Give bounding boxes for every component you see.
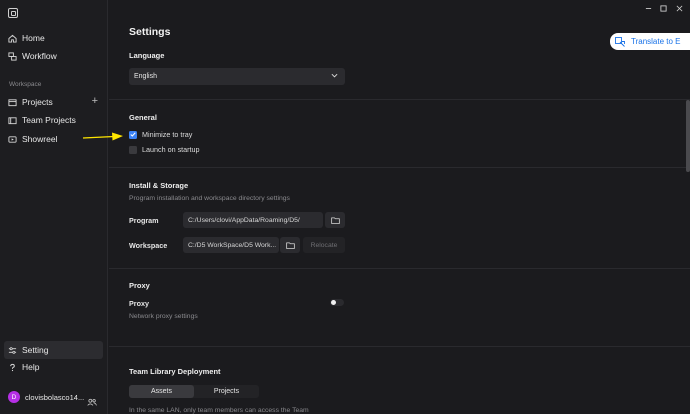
program-label: Program xyxy=(129,216,159,225)
workspace-section-label: Workspace xyxy=(9,81,42,88)
team-members-icon[interactable] xyxy=(87,393,97,411)
sidebar-item-team-projects[interactable]: Team Projects xyxy=(4,111,103,129)
folder-icon xyxy=(330,211,340,229)
workspace-browse-button[interactable] xyxy=(280,237,300,253)
page-title: Settings xyxy=(129,26,171,38)
user-account[interactable]: D clovisbolasco14... xyxy=(8,391,84,403)
arrow-annotation-icon xyxy=(82,130,124,148)
settings-panel: Settings Language English General Minimi… xyxy=(109,0,690,414)
language-section-title: Language xyxy=(129,51,165,60)
translate-icon xyxy=(615,36,625,47)
team-library-description: In the same LAN, only team members can a… xyxy=(129,407,309,414)
translate-button[interactable]: Translate to E xyxy=(610,33,690,50)
help-icon xyxy=(8,363,17,372)
team-projects-icon xyxy=(8,116,17,125)
launch-on-startup-checkbox[interactable] xyxy=(129,145,137,154)
sidebar-item-label: Help xyxy=(22,362,40,372)
section-divider xyxy=(109,99,690,100)
minimize-to-tray-label: Minimize to tray xyxy=(142,130,193,139)
team-library-tabs: Assets Projects xyxy=(129,385,259,398)
app-logo-icon xyxy=(8,8,18,18)
sidebar-item-help[interactable]: Help xyxy=(4,358,103,376)
user-name: clovisbolasco14... xyxy=(25,392,85,402)
program-path-value: C:/Users/clovi/AppData/Roaming/D5/ xyxy=(188,216,300,224)
proxy-label: Proxy xyxy=(129,299,149,308)
install-storage-section-title: Install & Storage xyxy=(129,181,189,190)
proxy-section-title: Proxy xyxy=(129,281,150,290)
home-icon xyxy=(8,34,17,43)
translate-label: Translate to E xyxy=(631,37,681,46)
scrollbar[interactable] xyxy=(686,100,690,172)
add-project-button[interactable]: + xyxy=(92,96,98,107)
showreel-icon xyxy=(8,135,17,144)
workspace-label: Workspace xyxy=(129,241,168,250)
program-path-field: C:/Users/clovi/AppData/Roaming/D5/ xyxy=(183,212,323,228)
proxy-description: Network proxy settings xyxy=(129,313,198,320)
sidebar-item-label: Projects xyxy=(22,97,53,107)
setting-icon xyxy=(8,346,17,355)
minimize-window-button[interactable] xyxy=(645,5,652,14)
minimize-to-tray-checkbox[interactable] xyxy=(129,130,137,139)
section-divider xyxy=(109,346,690,347)
sidebar-item-label: Home xyxy=(22,33,45,43)
minimize-to-tray-option[interactable]: Minimize to tray xyxy=(129,130,192,139)
launch-on-startup-option[interactable]: Launch on startup xyxy=(129,145,200,154)
maximize-window-button[interactable] xyxy=(660,5,667,14)
language-select[interactable]: English xyxy=(129,68,345,85)
sidebar: Home Workflow Workspace Projects + Team … xyxy=(0,0,108,414)
folder-icon xyxy=(285,236,295,254)
workflow-icon xyxy=(8,51,17,61)
workspace-path-value: C:/D5 WorkSpace/D5 Work... xyxy=(188,241,277,249)
tab-projects[interactable]: Projects xyxy=(194,385,259,398)
workspace-path-field: C:/D5 WorkSpace/D5 Work... xyxy=(183,237,279,253)
sidebar-item-label: Team Projects xyxy=(22,115,76,125)
program-browse-button[interactable] xyxy=(325,212,345,228)
team-library-section-title: Team Library Deployment xyxy=(129,367,221,376)
sidebar-item-label: Workflow xyxy=(22,51,57,61)
launch-on-startup-label: Launch on startup xyxy=(142,145,200,154)
relocate-button[interactable]: Relocate xyxy=(303,237,345,253)
general-section-title: General xyxy=(129,113,157,122)
sidebar-item-label: Setting xyxy=(22,345,49,355)
chevron-down-icon xyxy=(331,73,338,80)
sidebar-item-home[interactable]: Home xyxy=(4,29,103,47)
proxy-toggle[interactable] xyxy=(330,299,344,306)
sidebar-item-label: Showreel xyxy=(22,134,58,144)
language-select-value: English xyxy=(134,73,157,80)
sidebar-item-setting[interactable]: Setting xyxy=(4,341,103,359)
toggle-knob xyxy=(331,300,336,305)
section-divider xyxy=(109,167,690,168)
tab-assets[interactable]: Assets xyxy=(129,385,194,398)
close-window-button[interactable] xyxy=(676,5,683,14)
avatar: D xyxy=(8,391,20,403)
sidebar-item-workflow[interactable]: Workflow xyxy=(4,47,103,65)
sidebar-item-projects[interactable]: Projects xyxy=(4,93,103,111)
install-storage-description: Program installation and workspace direc… xyxy=(129,195,290,202)
section-divider xyxy=(109,268,690,269)
projects-icon xyxy=(8,98,17,107)
